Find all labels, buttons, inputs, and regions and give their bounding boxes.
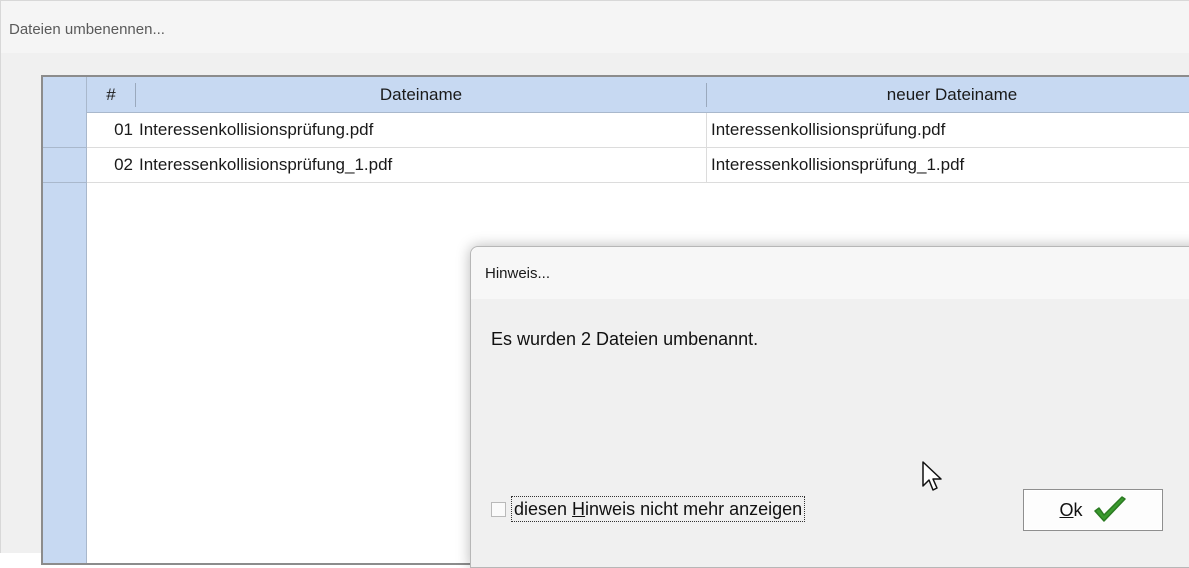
row-indicator[interactable] (43, 113, 87, 148)
dialog-title: Hinweis... (485, 265, 551, 282)
grid-header: # Dateiname neuer Dateiname (43, 77, 1189, 113)
window-title: Dateien umbenennen... (9, 21, 165, 38)
checkmark-icon (1093, 496, 1126, 522)
cell-divider (706, 113, 707, 147)
row-indicator[interactable] (43, 148, 87, 183)
cell-new-filename: Interessenkollisionsprüfung.pdf (711, 120, 946, 139)
cell-filename: Interessenkollisionsprüfung.pdf (139, 120, 374, 139)
column-header-filename[interactable]: Dateiname (136, 77, 706, 112)
ok-button[interactable]: Ok (1023, 489, 1163, 531)
checkbox-box[interactable] (491, 501, 506, 517)
dialog-body: Es wurden 2 Dateien umbenannt. diesen Hi… (471, 299, 1189, 567)
checkbox-label[interactable]: diesen Hinweis nicht mehr anzeigen (511, 496, 806, 522)
cell-index: 01 (114, 120, 133, 139)
column-header-index[interactable]: # (87, 77, 135, 112)
window-titlebar: Dateien umbenennen... (1, 1, 1189, 53)
cell-new-filename: Interessenkollisionsprüfung_1.pdf (711, 155, 965, 174)
dialog-titlebar[interactable]: Hinweis... (471, 247, 1189, 299)
hint-dialog: Hinweis... Es wurden 2 Dateien umbenannt… (470, 246, 1189, 568)
table-row[interactable]: 02 Interessenkollisionsprüfung_1.pdf Int… (87, 148, 1189, 183)
dialog-message: Es wurden 2 Dateien umbenannt. (491, 329, 759, 349)
cell-index: 02 (114, 155, 133, 174)
ok-button-label: Ok (1059, 499, 1083, 520)
cell-divider (706, 148, 707, 182)
mouse-cursor-icon (922, 461, 942, 491)
table-row[interactable]: 01 Interessenkollisionsprüfung.pdf Inter… (87, 113, 1189, 148)
column-header-new-filename[interactable]: neuer Dateiname (707, 77, 1189, 112)
cell-filename: Interessenkollisionsprüfung_1.pdf (139, 155, 393, 174)
dont-show-again-checkbox[interactable]: diesen Hinweis nicht mehr anzeigen (491, 495, 806, 523)
